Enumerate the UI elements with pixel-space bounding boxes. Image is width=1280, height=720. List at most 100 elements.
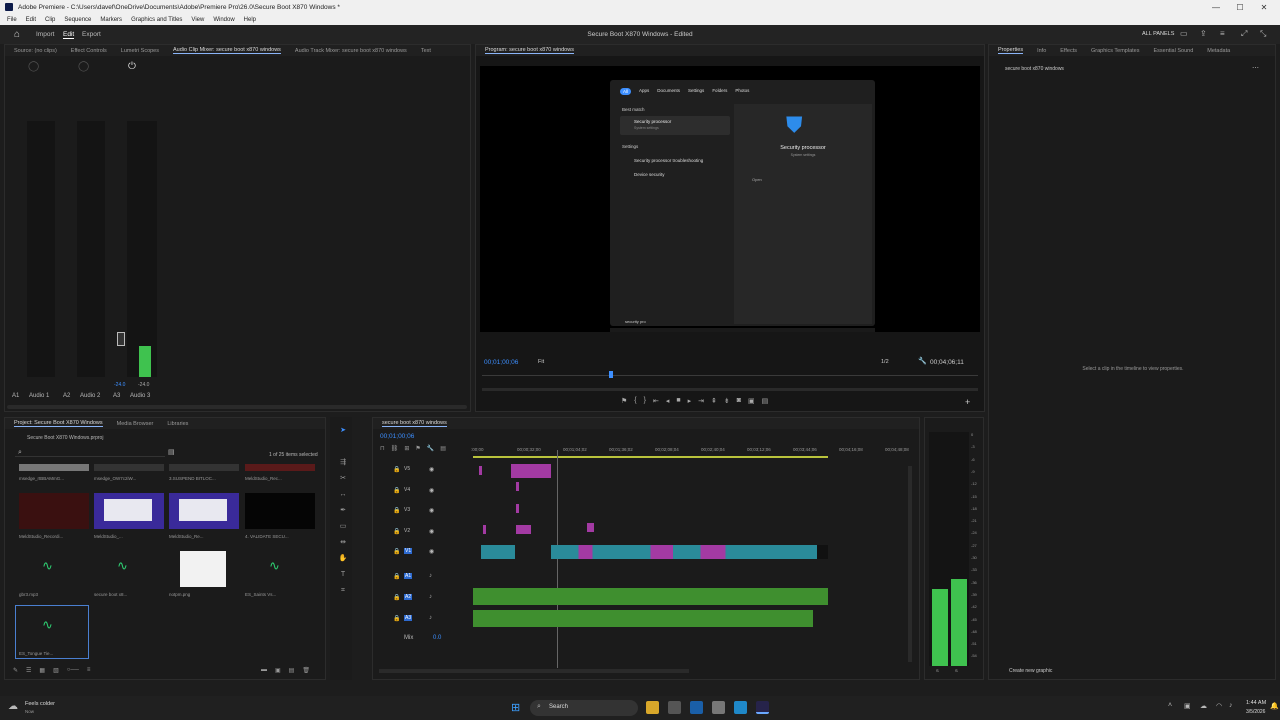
- play-icon[interactable]: ■: [676, 397, 680, 405]
- eye-icon[interactable]: ◉: [429, 528, 434, 535]
- audio-waveform-icon[interactable]: ∿: [42, 558, 53, 574]
- menu-file[interactable]: File: [7, 17, 17, 23]
- eye-icon[interactable]: ◉: [429, 507, 434, 514]
- tab-source[interactable]: Source: (no clips): [14, 48, 57, 54]
- program-scrubber[interactable]: [482, 375, 978, 376]
- home-icon[interactable]: ⌂: [14, 29, 20, 40]
- settings-icon[interactable]: [712, 701, 725, 714]
- add-button-icon[interactable]: +: [965, 397, 970, 407]
- audio-waveform-icon[interactable]: ∿: [117, 558, 128, 574]
- go-to-out-icon[interactable]: ⇥: [698, 397, 704, 405]
- step-back-icon[interactable]: ◂: [666, 397, 670, 405]
- slip-tool-icon[interactable]: ⇹: [338, 538, 348, 548]
- track-select-icon[interactable]: ⇶: [338, 458, 348, 468]
- workspaces-icon[interactable]: ≡: [1220, 29, 1225, 38]
- audio-clip[interactable]: [473, 610, 813, 627]
- timeline-playhead[interactable]: [556, 450, 558, 668]
- solo-right[interactable]: S: [955, 668, 958, 673]
- media-thumbnail[interactable]: [245, 493, 315, 529]
- hand-tool-icon[interactable]: ✋: [338, 554, 348, 564]
- track-lock-icon[interactable]: 🔒: [393, 528, 400, 535]
- new-bin-icon[interactable]: ▤: [168, 448, 175, 456]
- list-view-icon[interactable]: ☰: [26, 667, 31, 674]
- panel-layout-icon[interactable]: ▭: [1180, 29, 1188, 38]
- track-label-a2[interactable]: A2: [404, 594, 413, 600]
- zoom-bar[interactable]: [482, 388, 978, 391]
- tab-lumetri-scopes[interactable]: Lumetri Scopes: [121, 48, 159, 54]
- microphone-icon[interactable]: ♪: [429, 594, 432, 600]
- start-icon[interactable]: ⊞: [511, 701, 520, 714]
- menu-markers[interactable]: Markers: [100, 17, 122, 23]
- weather-icon[interactable]: ☁: [8, 701, 18, 712]
- tab-metadata[interactable]: Metadata: [1207, 48, 1230, 54]
- tab-properties[interactable]: Properties: [998, 47, 1024, 54]
- tab-audio-clip-mixer[interactable]: Audio Clip Mixer: secure boot x870 windo…: [173, 47, 281, 54]
- nest-icon[interactable]: ⊞: [404, 445, 409, 452]
- captions-icon[interactable]: ▤: [440, 445, 446, 452]
- media-thumbnail[interactable]: [169, 464, 239, 471]
- clock-time[interactable]: 1:44 AM: [1246, 700, 1266, 706]
- video-clip[interactable]: [483, 525, 486, 534]
- pan-knob-icon[interactable]: ◯: [28, 61, 39, 72]
- timeline-timecode[interactable]: 00;01;00;06: [380, 433, 414, 440]
- video-clip[interactable]: [516, 504, 519, 513]
- track-label-v1[interactable]: V1: [404, 548, 413, 554]
- tab-import[interactable]: Import: [36, 31, 54, 38]
- comment-icon[interactable]: ▤: [762, 397, 769, 405]
- timeline-ruler[interactable]: :00;00 00;00;32;00 00;01;04;02 00;01;36;02 0…: [471, 447, 911, 456]
- ripple-edit-icon[interactable]: ↔: [338, 490, 348, 500]
- snap-icon[interactable]: ⊓: [380, 445, 385, 452]
- menu-clip[interactable]: Clip: [45, 17, 55, 23]
- video-clip[interactable]: [516, 525, 531, 534]
- resolution-dropdown[interactable]: 1/2: [881, 359, 889, 365]
- selection-tool-icon[interactable]: ➤: [338, 426, 348, 436]
- track-label-v4[interactable]: V4: [404, 487, 410, 493]
- file-explorer-icon[interactable]: [646, 701, 659, 714]
- timeline-vertical-scrollbar[interactable]: [908, 466, 912, 662]
- video-clip[interactable]: [479, 466, 482, 475]
- eye-icon[interactable]: ◉: [429, 466, 434, 473]
- premiere-taskbar-icon[interactable]: [756, 701, 769, 714]
- tab-info[interactable]: Info: [1037, 48, 1046, 54]
- sort-icon[interactable]: ≡: [87, 667, 91, 674]
- track-lock-icon[interactable]: 🔒: [393, 573, 400, 580]
- project-search-input[interactable]: [15, 448, 165, 457]
- track-label-v5[interactable]: V5: [404, 466, 410, 472]
- media-thumbnail[interactable]: [245, 464, 315, 471]
- taskbar-search-box[interactable]: ⌕ Search: [530, 700, 638, 716]
- track-lock-icon[interactable]: 🔒: [393, 487, 400, 494]
- tab-effect-controls[interactable]: Effect Controls: [71, 48, 107, 54]
- all-panels-button[interactable]: ALL PANELS: [1142, 31, 1174, 37]
- tab-project[interactable]: Project: Secure Boot X870 Windows: [14, 420, 103, 427]
- icon-view-icon[interactable]: ▦: [39, 667, 45, 674]
- program-playhead[interactable]: [608, 371, 613, 378]
- mix-value[interactable]: 0.0: [433, 635, 441, 641]
- menu-graphics[interactable]: Graphics and Titles: [131, 17, 182, 23]
- eye-icon[interactable]: ◉: [429, 487, 434, 494]
- weather-label[interactable]: Feels colder: [25, 701, 55, 707]
- compare-icon[interactable]: ▣: [748, 397, 755, 405]
- menu-help[interactable]: Help: [244, 17, 256, 23]
- tab-export[interactable]: Export: [82, 31, 101, 38]
- more-options-icon[interactable]: ⋯: [1252, 64, 1259, 72]
- tab-essential-sound[interactable]: Essential Sound: [1154, 48, 1194, 54]
- wifi-icon[interactable]: ◠: [1216, 702, 1222, 710]
- mark-in-icon[interactable]: {: [634, 397, 636, 405]
- edge-icon[interactable]: [734, 701, 747, 714]
- pencil-icon[interactable]: ✎: [13, 667, 18, 674]
- pan-knob-icon[interactable]: ⏻: [128, 61, 136, 72]
- new-item-icon[interactable]: ▤: [289, 667, 295, 674]
- track-label-a3[interactable]: A3: [404, 615, 413, 621]
- tab-graphics-templates[interactable]: Graphics Templates: [1091, 48, 1140, 54]
- rectangle-tool-icon[interactable]: ▭: [338, 522, 348, 532]
- tray-chevron-icon[interactable]: ˄: [1168, 702, 1172, 709]
- razor-tool-icon[interactable]: ✂: [338, 474, 348, 484]
- notepad-icon[interactable]: [668, 701, 681, 714]
- media-thumbnail[interactable]: [169, 493, 239, 529]
- outlook-icon[interactable]: [690, 701, 703, 714]
- tray-app-icon[interactable]: ▣: [1184, 702, 1191, 710]
- audio-waveform-icon[interactable]: ∿: [269, 558, 280, 574]
- tab-program[interactable]: Program: secure boot x870 windows: [485, 47, 574, 54]
- volume-icon[interactable]: ♪: [1229, 702, 1233, 709]
- horizontal-scrollbar[interactable]: [7, 405, 467, 409]
